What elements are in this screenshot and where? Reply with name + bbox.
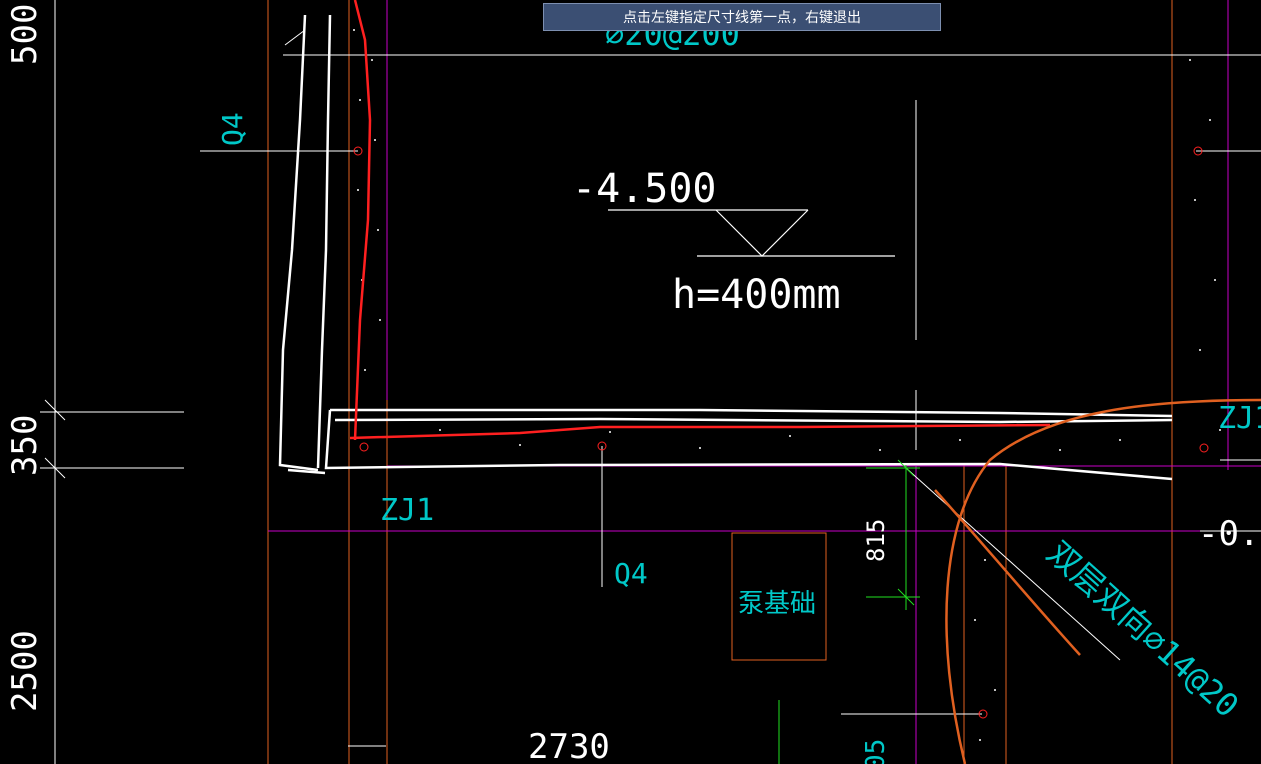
elevation-label: -4.500 [572, 166, 717, 212]
pump-base-label: 泵基础 [738, 589, 816, 619]
column-markers [353, 146, 1209, 719]
dim-350-label: 350 [5, 415, 45, 476]
zj1-right-label: ZJ1 [1218, 401, 1261, 436]
zj1-left-label: ZJ1 [380, 493, 434, 528]
thickness-label: h=400mm [672, 272, 841, 318]
wall-outline-white [278, 14, 1173, 481]
command-prompt-text: 点击左键指定尺寸线第一点，右键退出 [623, 10, 861, 26]
elevation-symbol [608, 209, 895, 257]
wall-q4-top-label: Q4 [216, 112, 249, 146]
dim-500-label: 500 [5, 4, 45, 65]
grid-lines-magenta [268, 0, 1261, 764]
rebar-diagonal-label: 双层双向⌀14@20 [1040, 534, 1246, 725]
dim-2500-label: 2500 [5, 630, 45, 712]
elevation-right-label: -0.8 [1198, 514, 1261, 554]
cad-labels: 500 350 2500 815 2730 05 Q4 Q4 ⌀20@200 -… [5, 4, 1261, 764]
cad-drawing-canvas[interactable]: 500 350 2500 815 2730 05 Q4 Q4 ⌀20@200 -… [0, 0, 1261, 764]
wall-q4-bottom-label: Q4 [614, 557, 648, 590]
dim-815-label: 815 [862, 519, 890, 562]
command-prompt-tooltip: 点击左键指定尺寸线第一点，右键退出 [543, 3, 941, 31]
rebar-sketch-red [349, 0, 1051, 441]
dim-bottom-partial-label: 05 [861, 739, 891, 764]
grid-lines-orange [267, 0, 1173, 764]
dim-2730-label: 2730 [528, 727, 610, 764]
